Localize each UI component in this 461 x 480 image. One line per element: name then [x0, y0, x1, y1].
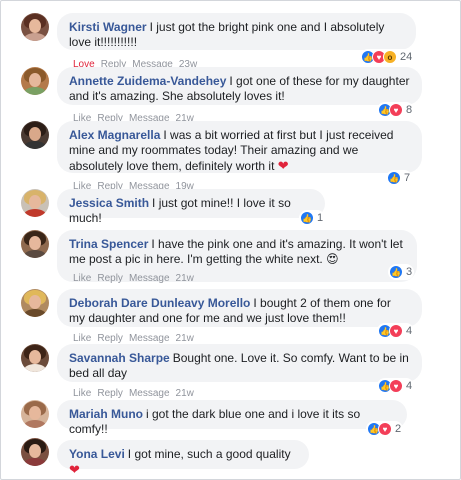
comment-bubble: Mariah Muno i got the dark blue one and i… [57, 400, 407, 436]
reaction-count: 4 [406, 380, 413, 392]
comment-actions: Like Reply Message 21w [73, 333, 200, 344]
reaction-summary[interactable]: 👍 ♥ 8 [377, 102, 415, 118]
love-icon: ♥ [378, 422, 392, 436]
reaction-summary[interactable]: 👍 1 [299, 210, 326, 226]
heart-emoji: ❤ [69, 462, 80, 477]
comment-author[interactable]: Deborah Dare Dunleavy Morello [69, 296, 250, 310]
reply-link[interactable]: Reply [97, 333, 123, 344]
timestamp[interactable]: 21w [176, 388, 194, 399]
comment-bubble: Savannah Sharpe Bought one. Love it. So c… [57, 344, 422, 382]
reaction-summary[interactable]: 👍 ♥ 4 [377, 323, 415, 339]
avatar[interactable] [21, 289, 49, 317]
comment-author[interactable]: Alex Magnarella [69, 128, 160, 142]
reaction-summary[interactable]: 👍 ♥ 4 [377, 378, 415, 394]
comment-author[interactable]: Kirsti Wagner [69, 20, 147, 34]
reply-link[interactable]: Reply [97, 388, 123, 399]
comment-author[interactable]: Savannah Sharpe [69, 351, 170, 365]
reaction-count: 24 [400, 51, 413, 63]
love-icon: ♥ [389, 324, 403, 338]
reaction-summary[interactable]: 👍 ♥ o 24 [360, 49, 415, 65]
message-link[interactable]: Message [129, 273, 170, 284]
comment-bubble: Kirsti Wagner I just got the bright pink … [57, 13, 416, 50]
like-icon: 👍 [387, 171, 401, 185]
avatar[interactable] [21, 189, 49, 217]
reaction-summary[interactable]: 👍 7 [386, 170, 413, 186]
like-icon: 👍 [389, 265, 403, 279]
comment-bubble: Deborah Dare Dunleavy Morello I bought 2 … [57, 289, 422, 327]
avatar[interactable] [21, 344, 49, 372]
reaction-count: 1 [317, 212, 324, 224]
timestamp[interactable]: 21w [176, 333, 194, 344]
reaction-count: 8 [406, 104, 413, 116]
comment-bubble: Annette Zuidema-Vandehey I got one of the… [57, 67, 422, 105]
love-icon: ♥ [389, 379, 403, 393]
avatar[interactable] [21, 438, 49, 466]
comment-bubble: Alex Magnarella I was a bit worried at fi… [57, 121, 422, 173]
avatar[interactable] [21, 230, 49, 258]
like-link[interactable]: Like [73, 273, 91, 284]
heart-emoji: ❤ [277, 158, 289, 173]
comment-author[interactable]: Yona Levi [69, 447, 125, 461]
reaction-summary[interactable]: 👍 ♥ 2 [366, 421, 404, 437]
comment-actions: Like Reply Message 21w [73, 388, 200, 399]
avatar[interactable] [21, 121, 49, 149]
avatar[interactable] [21, 13, 49, 41]
reaction-count: 2 [395, 423, 402, 435]
reaction-count: 3 [406, 266, 413, 278]
comment-author[interactable]: Annette Zuidema-Vandehey [69, 74, 226, 88]
timestamp[interactable]: 21w [176, 273, 194, 284]
wow-icon: o [383, 50, 397, 64]
reaction-summary[interactable]: 👍 3 [388, 264, 415, 280]
message-link[interactable]: Message [129, 333, 170, 344]
comments-panel: Kirsti Wagner I just got the bright pink … [0, 0, 461, 480]
comment-author[interactable]: Jessica Smith [69, 196, 149, 210]
avatar[interactable] [21, 67, 49, 95]
comment-bubble: Jessica Smith I just got mine!! I love it… [57, 189, 325, 225]
reaction-count: 7 [404, 172, 411, 184]
reaction-count: 4 [406, 325, 413, 337]
comment-actions: Like Reply Message 21w [73, 273, 200, 284]
comment-bubble: Yona Levi I got mine, such a good quality… [57, 440, 309, 477]
avatar[interactable] [21, 400, 49, 428]
heart-eyes-emoji: 😍 [326, 252, 339, 266]
love-icon: ♥ [389, 103, 403, 117]
comment-author[interactable]: Mariah Muno [69, 407, 143, 421]
like-icon: 👍 [300, 211, 314, 225]
message-link[interactable]: Message [129, 388, 170, 399]
like-link[interactable]: Like [73, 388, 91, 399]
reply-link[interactable]: Reply [97, 273, 123, 284]
like-link[interactable]: Like [73, 333, 91, 344]
comment-author[interactable]: Trina Spencer [69, 237, 148, 251]
comment-text: I got mine, such a good quality [127, 447, 291, 461]
